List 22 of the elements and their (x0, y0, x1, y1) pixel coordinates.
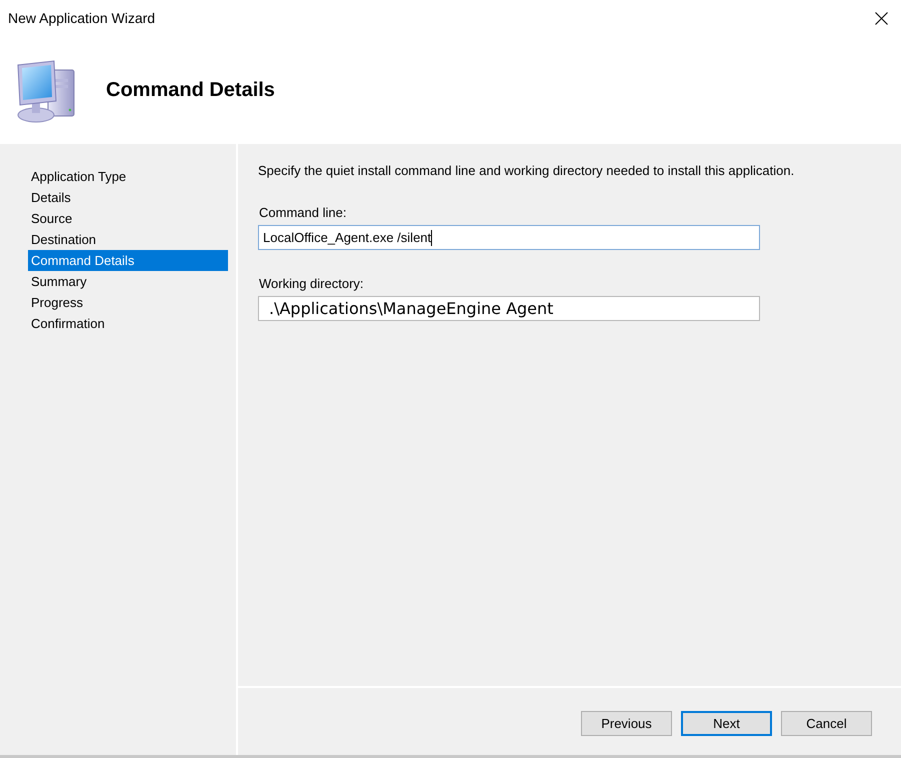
sidebar-item[interactable]: Confirmation (28, 313, 228, 334)
wizard-button[interactable]: Cancel (781, 711, 872, 736)
close-icon[interactable] (875, 12, 888, 24)
sidebar-item[interactable]: Summary (28, 271, 228, 292)
field-label: Working directory: (258, 276, 365, 292)
sidebar-item[interactable]: Details (28, 187, 228, 208)
field-label: Command line: (258, 205, 348, 221)
page-heading: Command Details (106, 78, 275, 103)
instruction-text: Specify the quiet install command line and working directory needed to install this application. (258, 163, 796, 179)
text-field[interactable]: LocalOffice_Agent.exe /silent (258, 225, 760, 250)
field-value: .\Applications\ManageEngine Agent (268, 298, 554, 320)
sidebar-item[interactable]: Application Type (28, 166, 228, 187)
wizard-button[interactable]: Previous (581, 711, 672, 736)
window-title: New Application Wizard (8, 8, 156, 28)
field-value: LocalOffice_Agent.exe /silent (263, 228, 432, 247)
wizard-button[interactable]: Next (681, 711, 772, 736)
text-cursor-icon (431, 230, 432, 246)
sidebar-item[interactable]: Command Details (28, 250, 228, 271)
sidebar-item[interactable]: Destination (28, 229, 228, 250)
text-field[interactable]: .\Applications\ManageEngine Agent (258, 296, 760, 321)
sidebar-item[interactable]: Source (28, 208, 228, 229)
sidebar-item[interactable]: Progress (28, 292, 228, 313)
